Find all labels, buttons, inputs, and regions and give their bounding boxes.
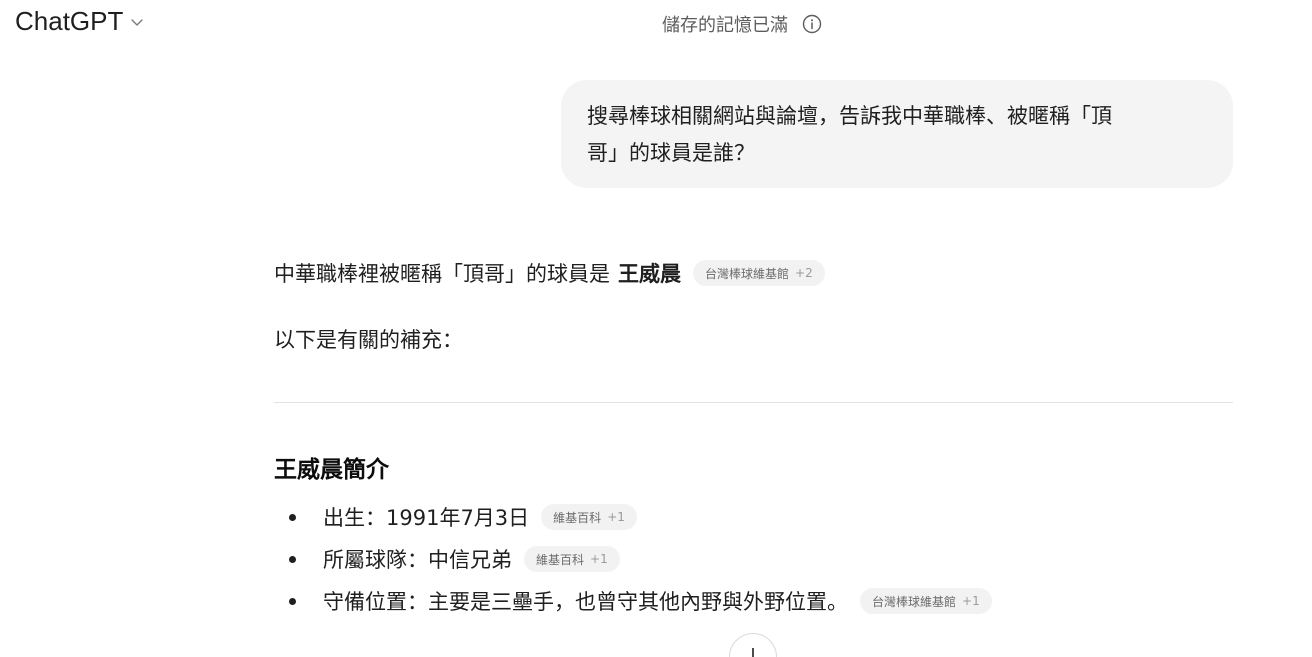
answer-intro-text: 中華職棒裡被暱稱「頂哥」的球員是 — [274, 262, 610, 286]
chevron-down-icon — [131, 18, 144, 26]
section-heading: 王威晨簡介 — [274, 457, 389, 483]
list-item: 守備位置：主要是三壘手，也曾守其他內野與外野位置。 台灣棒球維基館 +1 — [274, 580, 992, 622]
citation-source: 台灣棒球維基館 — [872, 594, 957, 609]
list-item-text: 守備位置：主要是三壘手，也曾守其他內野與外野位置。 — [323, 590, 848, 614]
list-item-text: 出生：1991年7月3日 — [323, 506, 530, 530]
user-message-bubble: 搜尋棒球相關網站與論壇，告訴我中華職棒、被暱稱「頂 哥」的球員是誰？ — [561, 80, 1233, 188]
model-selector[interactable]: ChatGPT — [15, 6, 145, 37]
arrow-down-icon — [752, 648, 754, 657]
chat-app: ChatGPT 儲存的記憶已滿 搜尋棒球相關網站與論壇，告訴我中華職棒、被暱稱「… — [0, 0, 1312, 657]
user-message-line: 哥」的球員是誰？ — [587, 141, 755, 165]
supplement-text: 以下是有關的補充： — [274, 328, 463, 352]
section-divider — [274, 402, 1233, 403]
citation-more-count: +1 — [590, 552, 608, 566]
citation-source: 維基百科 — [536, 552, 585, 567]
citation-pill[interactable]: 台灣棒球維基館 +2 — [693, 260, 825, 286]
citation-source: 台灣棒球維基館 — [705, 266, 790, 281]
citation-more-count: +2 — [795, 266, 813, 280]
citation-more-count: +1 — [607, 510, 625, 524]
citation-pill[interactable]: 維基百科 +1 — [541, 504, 637, 530]
bullet-dot — [289, 513, 296, 521]
citation-pill[interactable]: 維基百科 +1 — [524, 546, 620, 572]
citation-source: 維基百科 — [553, 510, 602, 525]
answer-player-name: 王威晨 — [618, 262, 681, 286]
list-item: 出生：1991年7月3日 維基百科 +1 — [274, 496, 992, 538]
list-item-text: 所屬球隊：中信兄弟 — [323, 548, 512, 572]
list-item: 所屬球隊：中信兄弟 維基百科 +1 — [274, 538, 992, 580]
citation-more-count: +1 — [962, 594, 980, 608]
scroll-to-bottom-button[interactable] — [729, 633, 777, 657]
model-name: ChatGPT — [15, 6, 124, 36]
user-message-line: 搜尋棒球相關網站與論壇，告訴我中華職棒、被暱稱「頂 — [587, 104, 1112, 128]
memory-status-text: 儲存的記憶已滿 — [662, 15, 788, 36]
answer-intro: 中華職棒裡被暱稱「頂哥」的球員是 王威晨 台灣棒球維基館 +2 — [274, 258, 825, 288]
info-icon[interactable] — [802, 14, 822, 34]
memory-status: 儲存的記憶已滿 — [662, 11, 822, 37]
bullet-dot — [289, 597, 296, 605]
citation-pill[interactable]: 台灣棒球維基館 +1 — [860, 588, 992, 614]
bullet-dot — [289, 555, 296, 563]
profile-list: 出生：1991年7月3日 維基百科 +1 所屬球隊：中信兄弟 維基百科 +1 守… — [274, 496, 992, 622]
